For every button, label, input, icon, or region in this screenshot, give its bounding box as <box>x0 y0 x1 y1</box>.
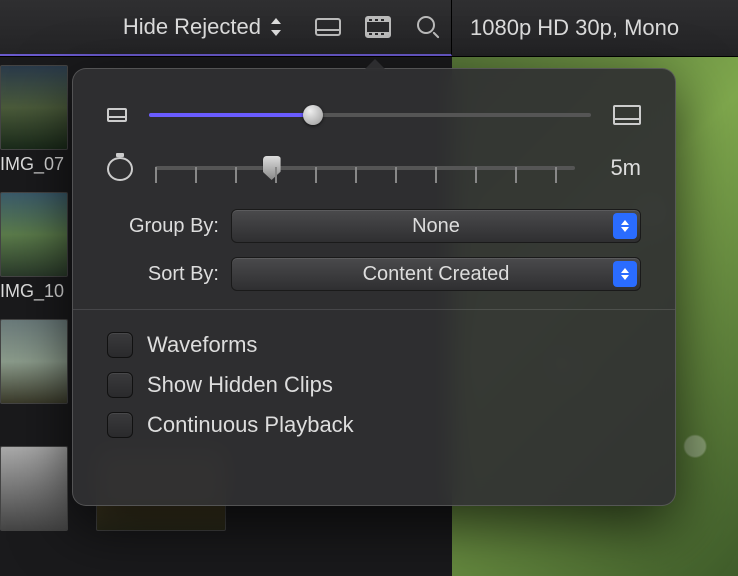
toolbar-left: Hide Rejected <box>0 0 452 56</box>
group-by-label: Group By: <box>107 215 219 238</box>
clip-appearance-popover: 5m Group By: None Sort By: Content Creat… <box>72 68 676 506</box>
waveforms-label: Waveforms <box>147 332 257 358</box>
continuous-playback-label: Continuous Playback <box>147 412 354 438</box>
sort-by-label: Sort By: <box>107 263 219 286</box>
popover-divider <box>73 309 675 310</box>
toolbar-right: 1080p HD 30p, Mono <box>452 15 738 41</box>
search-icon <box>417 16 439 38</box>
clip-duration-value: 5m <box>597 155 641 181</box>
show-hidden-checkbox-row[interactable]: Show Hidden Clips <box>107 372 641 398</box>
waveforms-checkbox[interactable] <box>107 332 133 358</box>
filter-popup-label: Hide Rejected <box>123 14 261 40</box>
continuous-playback-checkbox-row[interactable]: Continuous Playback <box>107 412 641 438</box>
show-hidden-checkbox[interactable] <box>107 372 133 398</box>
clip-duration-slider[interactable] <box>155 156 575 180</box>
clip-appearance-button[interactable] <box>313 15 343 39</box>
viewer-format-label: 1080p HD 30p, Mono <box>470 15 679 41</box>
sort-by-row: Sort By: Content Created <box>107 257 641 291</box>
clip-size-large-icon <box>613 105 641 125</box>
clip-duration-row: 5m <box>107 155 641 181</box>
filmstrip-button[interactable] <box>363 15 393 39</box>
slider-thumb[interactable] <box>303 105 323 125</box>
filter-popup-button[interactable]: Hide Rejected <box>123 14 283 40</box>
clip-size-small-icon <box>107 108 127 122</box>
clip-thumbnail <box>0 65 68 150</box>
slider-fill <box>149 113 313 117</box>
group-by-select[interactable]: None <box>231 209 641 243</box>
sort-by-select[interactable]: Content Created <box>231 257 641 291</box>
updown-icon <box>269 18 283 36</box>
toolbar: Hide Rejected 1080p HD 30p, Mono <box>0 0 738 57</box>
sort-by-value: Content Created <box>363 263 510 286</box>
slider-thumb[interactable] <box>263 156 281 180</box>
stopwatch-icon <box>107 155 133 181</box>
waveforms-checkbox-row[interactable]: Waveforms <box>107 332 641 358</box>
select-arrows-icon <box>613 261 637 287</box>
show-hidden-label: Show Hidden Clips <box>147 372 333 398</box>
continuous-playback-checkbox[interactable] <box>107 412 133 438</box>
group-by-value: None <box>412 215 460 238</box>
search-button[interactable] <box>413 15 443 39</box>
clip-thumbnail <box>0 192 68 277</box>
clip-thumbnail <box>0 446 68 531</box>
clip-thumbnail <box>0 319 68 404</box>
select-arrows-icon <box>613 213 637 239</box>
clip-appearance-icon <box>315 18 341 36</box>
slider-track <box>155 166 575 170</box>
filmstrip-icon <box>365 16 391 38</box>
clip-size-slider[interactable] <box>149 103 591 127</box>
group-by-row: Group By: None <box>107 209 641 243</box>
clip-size-row <box>107 103 641 127</box>
